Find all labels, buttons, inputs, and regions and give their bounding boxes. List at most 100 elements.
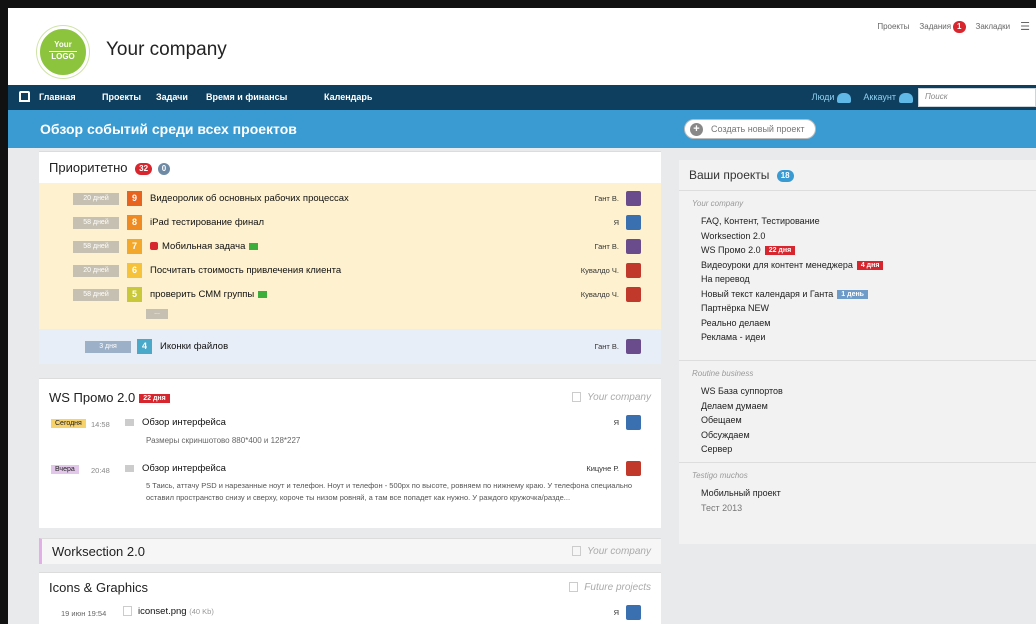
logo-line2: LOGO <box>51 52 75 61</box>
avatar[interactable] <box>626 287 641 302</box>
project-link[interactable]: FAQ, Контент, Тестирование <box>701 216 820 226</box>
menu-icon[interactable]: ☰ <box>1020 20 1030 33</box>
file-date-time: 19:54 <box>87 609 107 618</box>
project-link[interactable]: Новый текст календаря и Ганта 1 день <box>701 289 868 299</box>
task-assignee[interactable]: Я <box>559 218 619 227</box>
nav-item-home[interactable]: Главная <box>39 85 76 110</box>
search-input[interactable]: Поиск <box>918 88 1036 107</box>
project-group-title: Testigo muchos <box>692 471 748 480</box>
nav-right: Люди Аккаунт <box>812 85 913 110</box>
project-link[interactable]: Тест 2013 <box>701 503 742 513</box>
task-assignee[interactable]: Гант В. <box>559 194 619 203</box>
entry-date-badge: Сегодня <box>51 419 86 428</box>
plus-icon: + <box>690 123 703 136</box>
file-author[interactable]: Я <box>559 608 619 617</box>
nav-account[interactable]: Аккаунт <box>863 92 913 103</box>
task-title-text: Посчитать стоимость привлечения клиента <box>150 265 342 276</box>
nav-people[interactable]: Люди <box>812 92 852 103</box>
project-link-label: Worksection 2.0 <box>701 230 766 241</box>
entry-author[interactable]: Я <box>559 418 619 427</box>
project-link-label: Сервер <box>701 444 733 454</box>
task-row[interactable]: 58 дней 8 iPad тестирование финал Я <box>39 211 661 235</box>
task-title[interactable]: Видеоролик об основных рабочих процессах <box>150 193 349 204</box>
avatar[interactable] <box>626 239 641 254</box>
avatar[interactable] <box>626 339 641 354</box>
task-row[interactable]: 58 дней 7 Мобильная задача Гант В. <box>39 235 661 259</box>
top-link-projects[interactable]: Проекты <box>877 22 909 31</box>
task-assignee[interactable]: Кувалдо Ч. <box>559 266 619 275</box>
home-icon[interactable] <box>19 91 30 102</box>
task-row[interactable]: 58 дней 5 проверить СММ группы Кувалдо Ч. <box>39 283 661 307</box>
project-link[interactable]: Делаем думаем <box>701 401 768 411</box>
file-name: iconset.png <box>138 606 187 617</box>
task-priority-number: 7 <box>127 239 142 254</box>
project-group: Testigo muchos Мобильный проект Тест 2013 <box>679 462 1036 522</box>
company-logo[interactable]: Your LOGO <box>37 26 89 78</box>
ws-promo-title-text: WS Промо 2.0 <box>49 390 136 405</box>
project-link[interactable]: Обещаем <box>701 415 742 425</box>
project-link[interactable]: Реклама - идеи <box>701 332 765 342</box>
project-link[interactable]: WS База суппортов <box>701 386 783 396</box>
project-link[interactable]: Реально делаем <box>701 318 770 328</box>
top-link-bookmarks[interactable]: Закладки <box>976 22 1011 31</box>
avatar[interactable] <box>626 215 641 230</box>
file-link[interactable]: iconset.png (40 Kb) <box>123 606 214 617</box>
task-row[interactable]: 20 дней 6 Посчитать стоимость привлечения … <box>39 259 661 283</box>
project-link[interactable]: Обсуждаем <box>701 430 750 440</box>
task-title[interactable]: Иконки файлов <box>160 341 228 352</box>
entry-title[interactable]: Обзор интерфейса <box>125 417 226 428</box>
project-group: Routine business WS База суппортов Делаем … <box>679 360 1036 456</box>
task-title[interactable]: Посчитать стоимость привлечения клиента <box>150 265 341 276</box>
icons-graphics-title[interactable]: Icons & Graphics <box>49 580 148 595</box>
top-link-tasks[interactable]: Задания 1 <box>919 20 966 33</box>
days-badge: 22 дня <box>139 394 170 404</box>
task-title[interactable]: Мобильная задача <box>150 241 259 252</box>
task-row-extra[interactable]: 3 дня 4 Иконки файлов Гант В. <box>39 335 661 359</box>
task-duration: 58 дней <box>73 217 119 229</box>
project-link-label: Партнёрка NEW <box>701 303 770 313</box>
task-title[interactable]: iPad тестирование финал <box>150 217 264 228</box>
project-category-label: Your company <box>587 546 651 557</box>
task-title-text: iPad тестирование финал <box>150 217 265 228</box>
task-row[interactable]: 20 дней 9 Видеоролик об основных рабочих п… <box>39 187 661 211</box>
task-assignee[interactable]: Гант В. <box>559 242 619 251</box>
projects-count-badge: 18 <box>776 169 794 182</box>
folder-icon <box>572 546 582 557</box>
project-link-label: Тест 2013 <box>701 502 743 513</box>
nav-item-tasks[interactable]: Задачи <box>156 85 188 110</box>
avatar[interactable] <box>626 191 641 206</box>
create-project-button[interactable]: + Создать новый проект <box>684 119 816 139</box>
task-title-text: Мобильная задача <box>162 241 246 252</box>
avatar[interactable] <box>626 415 641 430</box>
task-assignee[interactable]: Гант В. <box>559 342 619 351</box>
project-link[interactable]: Worksection 2.0 <box>701 231 765 241</box>
task-duration: 3 дня <box>85 341 131 353</box>
project-link[interactable]: Мобильный проект <box>701 488 781 498</box>
project-link[interactable]: Сервер <box>701 444 732 454</box>
nav-item-projects[interactable]: Проекты <box>102 85 141 110</box>
entry-body: 5 Таись, аттачу PSD и нарезанные ноут и … <box>146 481 633 502</box>
project-link[interactable]: WS Промо 2.0 22 дня <box>701 245 796 256</box>
account-icon <box>899 92 913 103</box>
projects-panel-title: Ваши проекты 18 <box>689 168 794 182</box>
project-link[interactable]: Партнёрка NEW <box>701 303 769 313</box>
entry-title[interactable]: Обзор интерфейса <box>125 463 226 474</box>
entry-author[interactable]: Кицуне Р. <box>559 464 619 473</box>
more-tasks-button[interactable]: ... <box>146 309 168 319</box>
project-link-label: Реально делаем <box>701 317 771 328</box>
project-link[interactable]: На перевод <box>701 274 750 284</box>
page-header-band: Обзор событий среди всех проектов + Созд… <box>8 110 1036 148</box>
entry-subtitle: Размеры скриншотово 880*400 и 128*227 <box>146 436 301 445</box>
task-title[interactable]: проверить СММ группы <box>150 289 268 300</box>
task-assignee[interactable]: Кувалдо Ч. <box>559 290 619 299</box>
avatar[interactable] <box>626 461 641 476</box>
nav-item-calendar[interactable]: Календарь <box>324 85 372 110</box>
avatar[interactable] <box>626 605 641 620</box>
nav-item-time-finance[interactable]: Время и финансы <box>206 85 287 110</box>
project-category-label: Future projects <box>584 582 651 593</box>
worksection-title[interactable]: Worksection 2.0 <box>52 544 145 559</box>
project-link[interactable]: Видеоуроки для контент менеджера 4 дня <box>701 260 884 270</box>
avatar[interactable] <box>626 263 641 278</box>
ws-promo-title[interactable]: WS Промо 2.0 22 дня <box>49 390 170 405</box>
nav-account-label: Аккаунт <box>863 92 896 103</box>
